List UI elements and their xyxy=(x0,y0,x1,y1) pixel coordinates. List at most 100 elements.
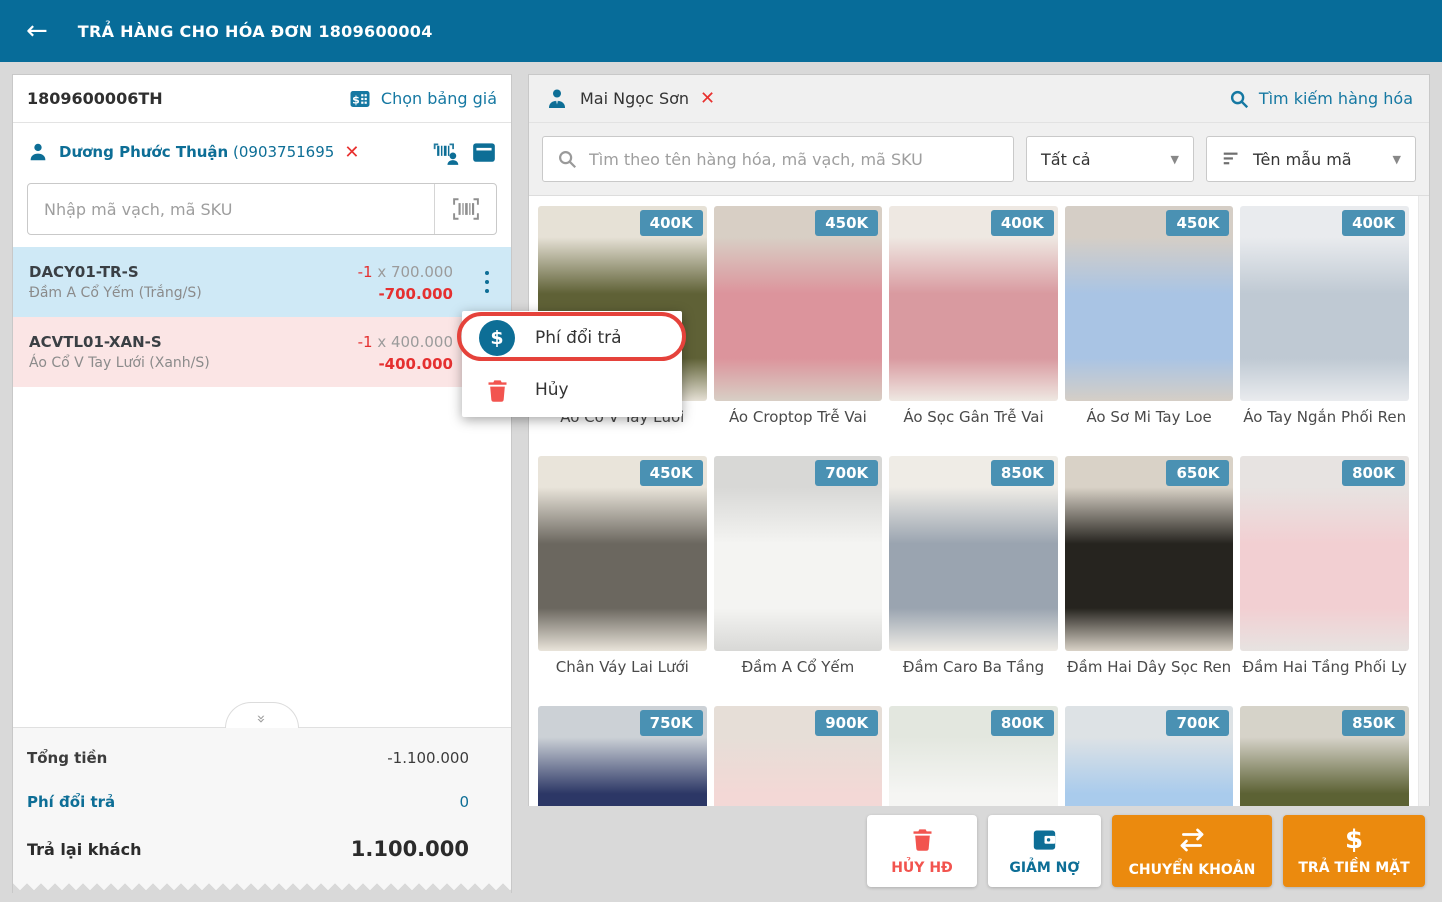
sort-value: Tên mẫu mã xyxy=(1253,149,1352,169)
search-icon xyxy=(1228,88,1250,110)
product-image: 900K xyxy=(713,706,883,806)
item-sku: DACY01-TR-S xyxy=(29,263,139,281)
item-sku: ACVTL01-XAN-S xyxy=(29,333,162,351)
product-image: 800K xyxy=(1240,456,1409,651)
product-name: Áo Sơ Mi Tay Loe xyxy=(1086,408,1212,426)
trash-icon xyxy=(479,377,515,404)
catalog-customer-name: Mai Ngọc Sơn xyxy=(580,89,690,108)
product-image: 400K xyxy=(889,206,1058,401)
product-image: 850K xyxy=(1240,706,1409,806)
context-menu-item[interactable]: Hủy xyxy=(462,364,682,416)
price-badge: 450K xyxy=(815,210,879,236)
action-button[interactable]: GIẢM NỢ xyxy=(988,815,1101,887)
price-badge: 450K xyxy=(1166,210,1230,236)
context-menu-item[interactable]: $ Phí đổi trả xyxy=(457,312,686,364)
item-qty-price: -1 x 700.000 xyxy=(357,262,453,281)
summary-row: Trả lại khách 1.100.000 xyxy=(13,824,511,874)
product-image: 700K xyxy=(1064,706,1234,806)
summary-label: Trả lại khách xyxy=(27,839,142,859)
product-image: 450K xyxy=(538,456,707,651)
product-card[interactable]: 400K Áo Tay Ngắn Phối Ren xyxy=(1240,206,1409,448)
action-button[interactable]: $ TRẢ TIỀN MẶT xyxy=(1283,815,1425,887)
line-item-context-menu: $ Phí đổi trả Hủy xyxy=(457,311,686,417)
caret-down-icon: ▼ xyxy=(1392,152,1401,166)
product-card[interactable]: 700K xyxy=(1064,706,1234,806)
cart-line-item[interactable]: DACY01-TR-S Đầm A Cổ Yếm (Trắng/S) -1 x … xyxy=(13,247,511,317)
product-card[interactable]: 850K xyxy=(1240,706,1409,806)
product-card[interactable]: 900K xyxy=(713,706,883,806)
product-name: Đầm Hai Tầng Phối Ly xyxy=(1242,658,1407,676)
product-card[interactable]: 450K Áo Croptop Trễ Vai xyxy=(713,206,883,448)
item-overflow-menu-icon[interactable] xyxy=(481,267,493,297)
price-badge: 750K xyxy=(639,710,703,736)
product-card[interactable]: 700K Đầm A Cổ Yếm xyxy=(713,456,883,698)
category-filter-dropdown[interactable]: Tất cả ▼ xyxy=(1026,136,1194,182)
price-badge: 400K xyxy=(990,210,1054,236)
product-card[interactable]: 650K Đầm Hai Dây Sọc Ren xyxy=(1064,456,1234,698)
product-name: Đầm Hai Dây Sọc Ren xyxy=(1067,658,1232,676)
summary-row: Phí đổi trả 0 xyxy=(13,780,511,824)
action-button-label: GIẢM NỢ xyxy=(1009,860,1080,876)
dollar-circle-icon: $ xyxy=(479,320,515,356)
product-name: Đầm Caro Ba Tầng xyxy=(902,658,1045,676)
return-cart-panel: 1809600006TH $ Chọn bảng giá Dương Phước… xyxy=(12,74,512,893)
product-grid-area: 400K Áo Cổ V Tay Lưới 450K Áo Croptop Tr… xyxy=(529,196,1429,806)
product-card[interactable]: 450K Áo Sơ Mi Tay Loe xyxy=(1064,206,1234,448)
item-name: Đầm A Cổ Yếm (Trắng/S) xyxy=(29,285,202,301)
action-button[interactable]: HỦY HĐ xyxy=(867,815,977,887)
item-qty-price: -1 x 400.000 xyxy=(357,332,453,351)
product-image: 450K xyxy=(1064,206,1234,401)
choose-price-table-button[interactable]: $ Chọn bảng giá xyxy=(348,87,497,111)
product-card[interactable]: 450K Chân Váy Lai Lưới xyxy=(538,456,707,698)
action-button[interactable]: CHUYỂN KHOẢN xyxy=(1112,815,1272,887)
item-amount: -400.000 xyxy=(378,354,453,373)
product-image: 750K xyxy=(538,706,707,806)
product-card[interactable]: 400K Áo Sọc Gân Trễ Vai xyxy=(889,206,1058,448)
transfer-icon xyxy=(1176,825,1208,855)
action-button-label: TRẢ TIỀN MẶT xyxy=(1298,859,1410,876)
price-badge: 800K xyxy=(1342,460,1405,486)
summary-label: Tổng tiền xyxy=(27,749,108,767)
remove-customer-icon[interactable]: ✕ xyxy=(700,88,715,109)
product-search-box xyxy=(542,136,1014,182)
product-card[interactable]: 800K Đầm Hai Tầng Phối Ly xyxy=(1240,456,1409,698)
price-badge: 400K xyxy=(1342,210,1405,236)
sort-dropdown[interactable]: Tên mẫu mã ▼ xyxy=(1206,136,1416,182)
price-badge: 400K xyxy=(639,210,703,236)
barcode-scan-button[interactable] xyxy=(434,184,496,234)
double-chevron-down-icon: » xyxy=(253,713,271,724)
cart-line-item[interactable]: ACVTL01-XAN-S Áo Cổ V Tay Lưới (Xanh/S) … xyxy=(13,317,511,387)
back-arrow-icon[interactable]: ← xyxy=(26,18,48,44)
calendar-icon[interactable] xyxy=(471,139,497,165)
summary-label: Phí đổi trả xyxy=(27,793,116,811)
price-badge: 700K xyxy=(815,460,879,486)
caret-down-icon: ▼ xyxy=(1170,152,1179,166)
cart-items: DACY01-TR-S Đầm A Cổ Yếm (Trắng/S) -1 x … xyxy=(13,247,511,387)
product-grid: 400K Áo Cổ V Tay Lưới 450K Áo Croptop Tr… xyxy=(529,196,1429,806)
product-card[interactable]: 750K xyxy=(538,706,707,806)
product-search-input[interactable] xyxy=(589,149,1000,169)
price-badge: 700K xyxy=(1166,710,1230,736)
price-badge: 850K xyxy=(990,460,1054,486)
summary-value: 0 xyxy=(459,793,469,811)
cart-customer-row: Dương Phước Thuận (0903751695 ✕ xyxy=(13,123,511,181)
product-name: Chân Váy Lai Lưới xyxy=(555,658,689,676)
action-button-label: CHUYỂN KHOẢN xyxy=(1128,861,1256,878)
customer-barcode-icon[interactable] xyxy=(429,139,461,166)
item-unit-price: 400.000 xyxy=(390,332,453,351)
scrollbar[interactable] xyxy=(1418,196,1429,806)
product-card[interactable]: 800K xyxy=(889,706,1058,806)
collapse-summary-button[interactable]: » xyxy=(225,702,299,728)
product-name: Đầm A Cổ Yếm xyxy=(741,658,855,676)
product-card[interactable]: 850K Đầm Caro Ba Tầng xyxy=(889,456,1058,698)
product-image: 800K xyxy=(889,706,1058,806)
price-table-icon: $ xyxy=(348,87,372,111)
barcode-scan-icon xyxy=(451,196,481,222)
barcode-input[interactable] xyxy=(28,184,434,234)
product-name: Áo Tay Ngắn Phối Ren xyxy=(1243,408,1407,426)
remove-customer-icon[interactable]: ✕ xyxy=(344,142,359,163)
item-amount: -700.000 xyxy=(378,284,453,303)
product-image: 400K xyxy=(1240,206,1409,401)
search-products-link[interactable]: Tìm kiếm hàng hóa xyxy=(1228,88,1413,110)
page-title: TRẢ HÀNG CHO HÓA ĐƠN 1809600004 xyxy=(77,21,433,41)
